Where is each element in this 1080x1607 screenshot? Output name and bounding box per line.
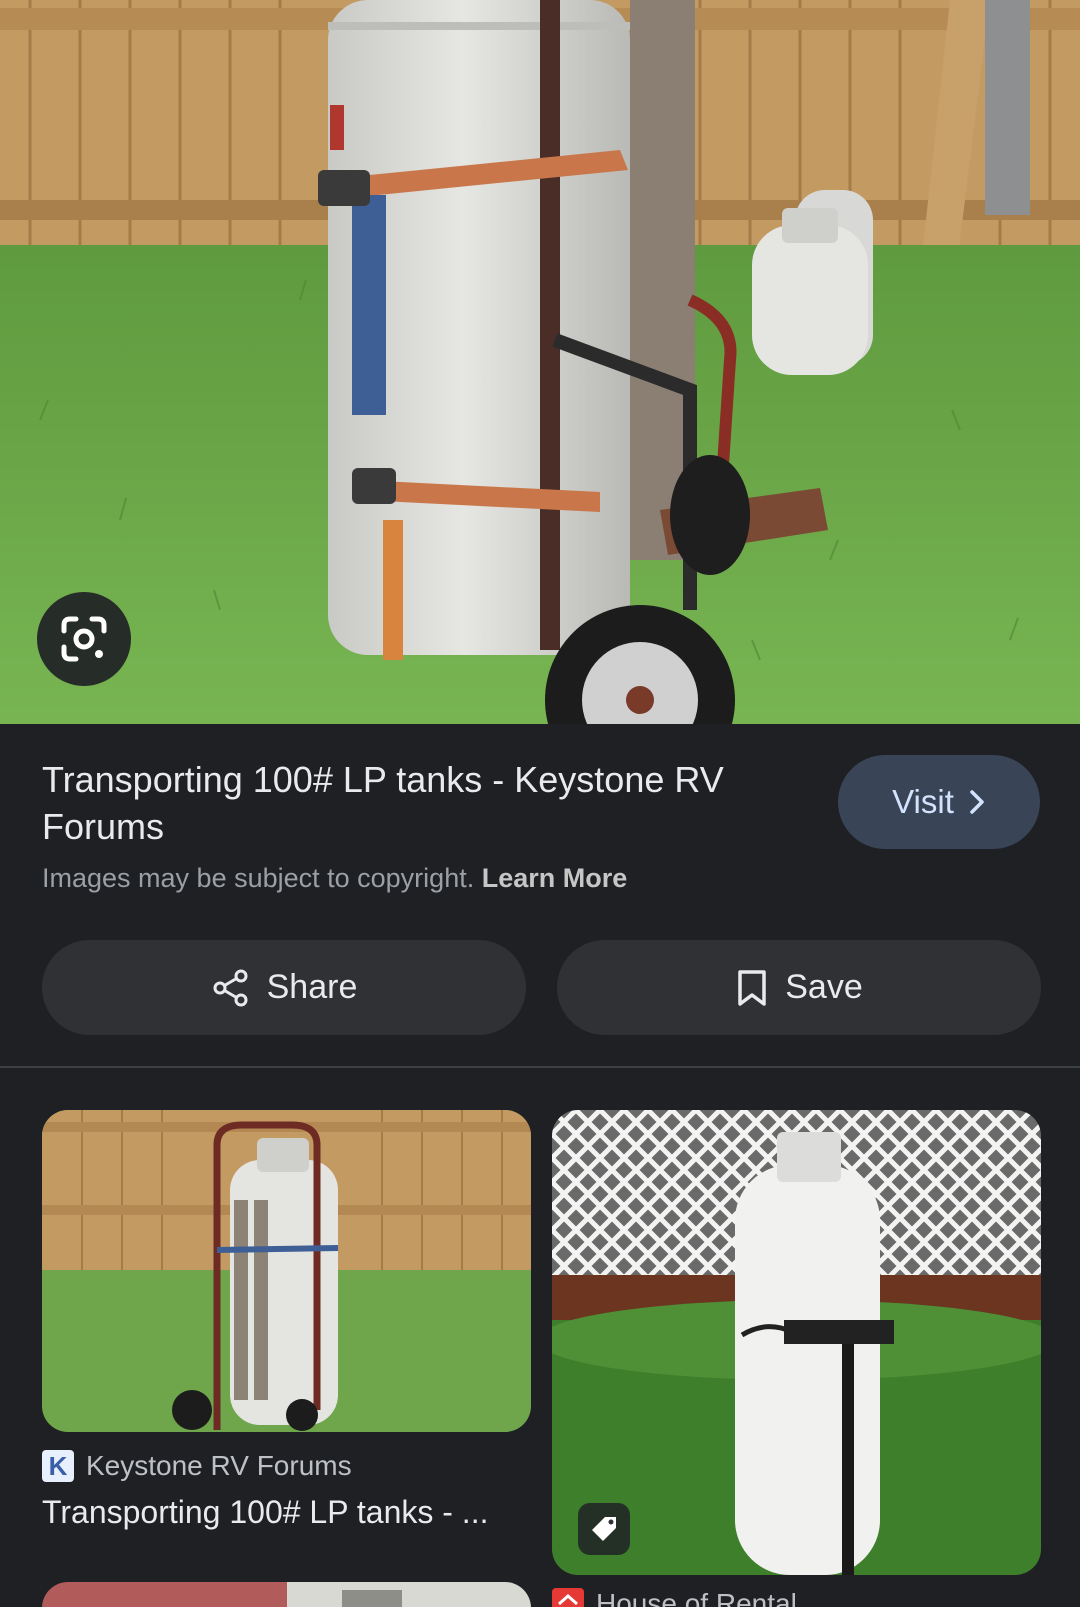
- google-lens-icon: [61, 616, 107, 662]
- related-source-1[interactable]: K Keystone RV Forums: [42, 1450, 352, 1482]
- share-label: Share: [266, 968, 358, 1006]
- save-label: Save: [785, 968, 863, 1006]
- related-title-1[interactable]: Transporting 100# LP tanks - ...: [42, 1494, 488, 1531]
- copyright-text: Images may be subject to copyright.: [42, 863, 475, 893]
- save-button[interactable]: Save: [557, 940, 1041, 1035]
- related-image-3-art: [42, 1582, 531, 1607]
- keystone-favicon-icon: K: [42, 1450, 74, 1482]
- result-title[interactable]: Transporting 100# LP tanks - Keystone RV…: [42, 756, 802, 850]
- hero-image[interactable]: [0, 0, 1080, 724]
- learn-more-link[interactable]: Learn More: [482, 863, 628, 893]
- google-lens-button[interactable]: [37, 592, 131, 686]
- related-source-name-2: House of Rental: [596, 1588, 797, 1607]
- chevron-right-icon: [970, 790, 984, 814]
- related-image-1[interactable]: [42, 1110, 531, 1432]
- price-tag-button[interactable]: [578, 1503, 630, 1555]
- price-tag-icon: [592, 1517, 616, 1541]
- divider: [0, 1066, 1080, 1068]
- share-button[interactable]: Share: [42, 940, 526, 1035]
- related-image-1-art: [42, 1110, 531, 1432]
- related-source-2[interactable]: House of Rental: [552, 1588, 797, 1607]
- bookmark-icon: [738, 969, 766, 1006]
- related-source-name-1: Keystone RV Forums: [86, 1450, 352, 1481]
- share-icon: [213, 969, 248, 1006]
- visit-label: Visit: [892, 783, 954, 820]
- related-image-3[interactable]: [42, 1582, 531, 1607]
- visit-button[interactable]: Visit: [838, 755, 1040, 849]
- copyright-notice: Images may be subject to copyright. Lear…: [42, 863, 627, 894]
- house-favicon-icon: [552, 1588, 584, 1607]
- hero-image-art: [0, 0, 1080, 724]
